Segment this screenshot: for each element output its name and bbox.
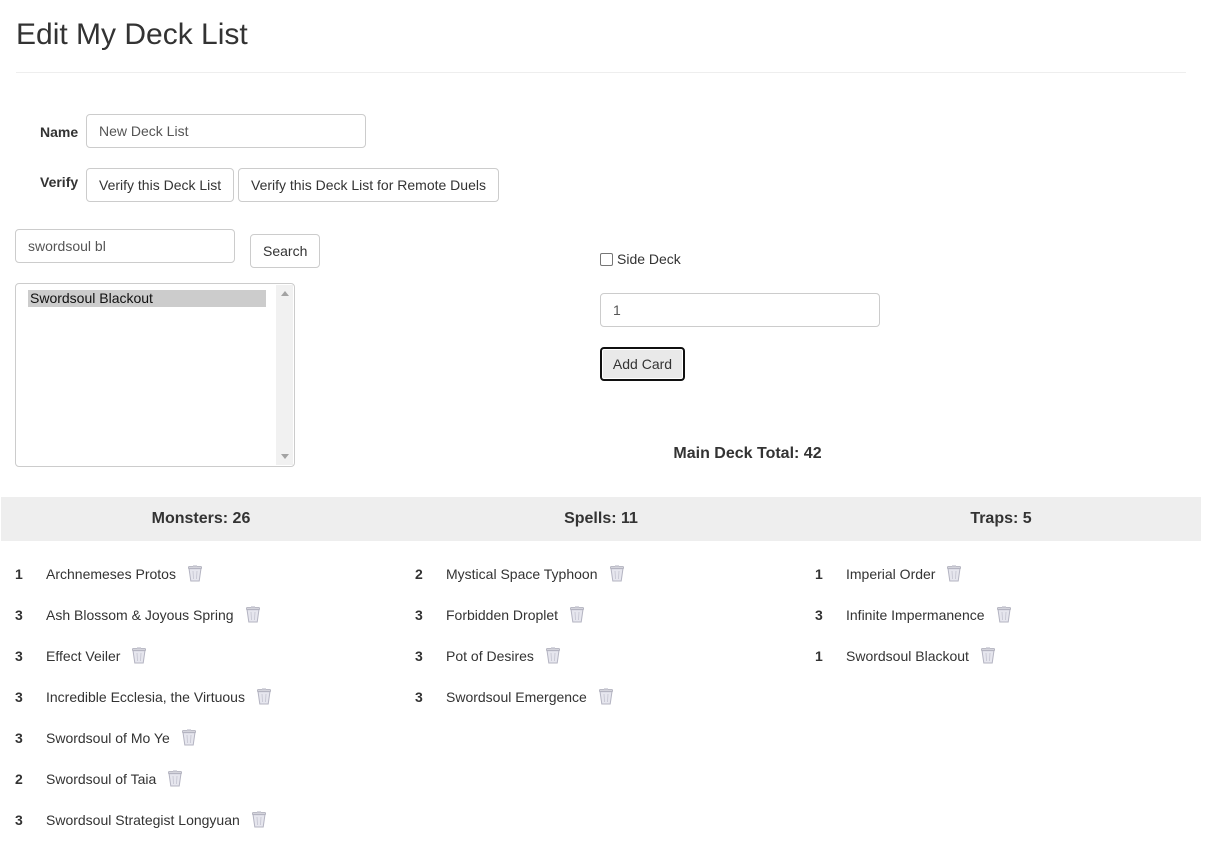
trash-icon[interactable]	[996, 606, 1011, 623]
card-row: 3 Effect Veiler	[15, 635, 415, 676]
side-deck-toggle[interactable]: Side Deck	[600, 251, 681, 267]
card-row: 1 Swordsoul Blackout	[815, 635, 1215, 676]
card-quantity: 3	[15, 811, 23, 828]
card-row: 1 Archnemeses Protos	[15, 553, 415, 594]
card-quantity: 3	[15, 729, 23, 746]
card-quantity: 1	[815, 647, 823, 664]
card-quantity: 3	[415, 606, 423, 623]
card-row: 3 Pot of Desires	[415, 635, 815, 676]
card-row: 3 Ash Blossom & Joyous Spring	[15, 594, 415, 635]
verify-deck-button[interactable]: Verify this Deck List	[86, 168, 234, 202]
card-row: 1 Imperial Order	[815, 553, 1215, 594]
trash-icon[interactable]	[181, 729, 196, 746]
traps-header: Traps: 5	[970, 510, 1032, 527]
name-label: Name	[40, 124, 79, 140]
trash-icon[interactable]	[598, 688, 613, 705]
card-quantity: 2	[415, 565, 423, 582]
card-quantity: 1	[15, 565, 23, 582]
card-name: Swordsoul Emergence	[446, 688, 587, 705]
trash-icon[interactable]	[570, 606, 584, 623]
card-name: Pot of Desires	[446, 647, 534, 664]
search-results-list[interactable]: Swordsoul Blackout	[15, 283, 295, 467]
trash-icon[interactable]	[546, 647, 560, 664]
trash-icon[interactable]	[251, 811, 266, 828]
page-title: Edit My Deck List	[16, 18, 248, 51]
card-quantity: 3	[415, 647, 423, 664]
card-name: Swordsoul of Mo Ye	[46, 729, 170, 746]
card-row: 2 Mystical Space Typhoon	[415, 553, 815, 594]
add-card-button[interactable]: Add Card	[600, 347, 685, 381]
card-name: Imperial Order	[846, 565, 936, 582]
card-name: Mystical Space Typhoon	[446, 565, 598, 582]
card-name: Swordsoul of Taia	[46, 770, 157, 787]
header-divider	[16, 72, 1186, 73]
trash-icon[interactable]	[188, 565, 202, 582]
card-quantity: 3	[15, 647, 23, 664]
card-quantity: 3	[15, 688, 23, 705]
card-name: Ash Blossom & Joyous Spring	[46, 606, 234, 623]
spells-header: Spells: 11	[564, 510, 638, 527]
card-row: 3 Swordsoul Emergence	[415, 676, 815, 717]
deck-name-input[interactable]	[86, 114, 366, 148]
trash-icon[interactable]	[947, 565, 962, 582]
card-row: 3 Swordsoul Strategist Longyuan	[15, 799, 415, 840]
scroll-up-arrow-icon[interactable]	[281, 291, 289, 296]
trash-icon[interactable]	[132, 647, 147, 664]
verify-remote-button[interactable]: Verify this Deck List for Remote Duels	[238, 168, 499, 202]
search-result-option[interactable]: Swordsoul Blackout	[28, 290, 266, 307]
trash-icon[interactable]	[981, 647, 995, 664]
card-quantity: 3	[15, 606, 23, 623]
scroll-down-arrow-icon[interactable]	[281, 454, 289, 459]
trash-icon[interactable]	[609, 565, 624, 582]
side-deck-checkbox[interactable]	[600, 252, 613, 266]
search-button[interactable]: Search	[250, 234, 320, 268]
card-quantity: 3	[815, 606, 823, 623]
trash-icon[interactable]	[168, 770, 183, 787]
trash-icon[interactable]	[245, 606, 260, 623]
quantity-input[interactable]	[600, 293, 880, 327]
card-row: 3 Incredible Ecclesia, the Virtuous	[15, 676, 415, 717]
card-row: 3 Swordsoul of Mo Ye	[15, 717, 415, 758]
card-quantity: 3	[415, 688, 423, 705]
card-name: Infinite Impermanence	[846, 606, 985, 623]
card-search-input[interactable]	[15, 229, 235, 263]
category-header-bar: Monsters: 26 Spells: 11 Traps: 5	[1, 497, 1201, 541]
side-deck-label: Side Deck	[617, 251, 681, 267]
card-row: 3 Forbidden Droplet	[415, 594, 815, 635]
card-name: Effect Veiler	[46, 647, 121, 664]
monsters-header: Monsters: 26	[151, 510, 251, 527]
card-name: Swordsoul Blackout	[846, 647, 969, 664]
card-name: Incredible Ecclesia, the Virtuous	[46, 688, 245, 705]
trash-icon[interactable]	[257, 688, 271, 705]
monsters-list: 1 Archnemeses Protos 3 Ash Blossom & Joyous…	[15, 553, 415, 840]
card-name: Forbidden Droplet	[446, 606, 559, 623]
card-name: Archnemeses Protos	[46, 565, 176, 582]
listbox-scrollbar[interactable]	[276, 285, 293, 465]
card-quantity: 1	[815, 565, 823, 582]
traps-list: 1 Imperial Order 3 Infinite Impermanence 1 Sw…	[815, 553, 1215, 676]
card-row: 3 Infinite Impermanence	[815, 594, 1215, 635]
main-deck-total: Main Deck Total: 42	[673, 445, 822, 462]
card-row: 2 Swordsoul of Taia	[15, 758, 415, 799]
card-quantity: 2	[15, 770, 23, 787]
verify-label: Verify	[40, 174, 79, 190]
card-name: Swordsoul Strategist Longyuan	[46, 811, 240, 828]
spells-list: 2 Mystical Space Typhoon 3 Forbidden Drople…	[415, 553, 815, 717]
